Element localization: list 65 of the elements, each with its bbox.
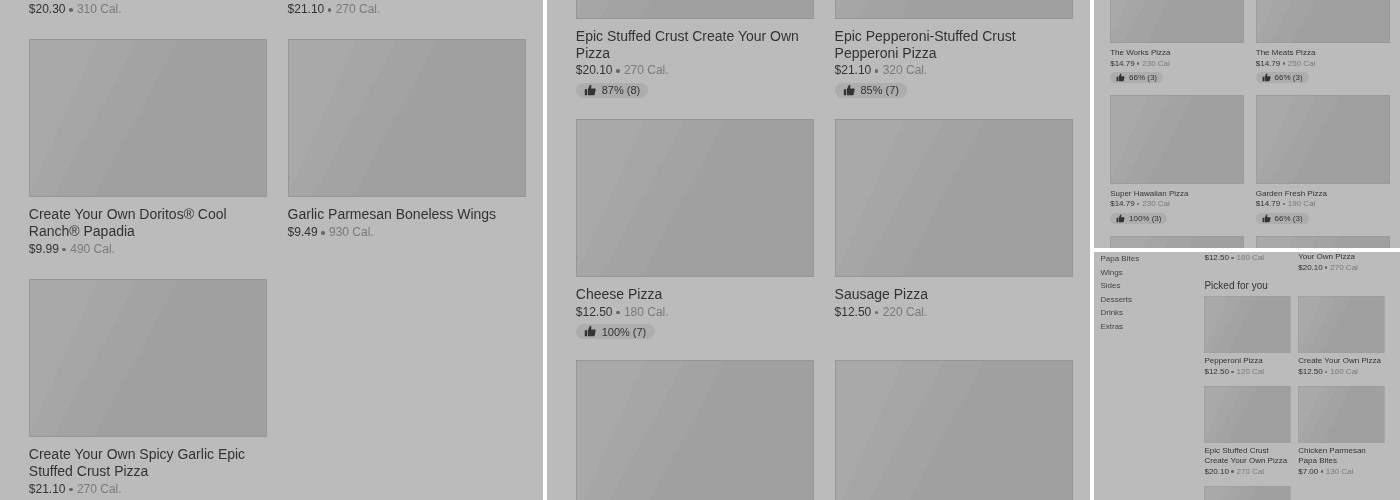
rating-badge: 66% (3) bbox=[1255, 212, 1309, 225]
category-link[interactable]: Wings bbox=[1100, 267, 1123, 277]
item-price: $21.10 bbox=[28, 480, 66, 498]
item-name: Create Your Own Pizza bbox=[1298, 356, 1382, 367]
item-price: $12.50 bbox=[834, 303, 872, 321]
rating-badge: 66% (3) bbox=[1255, 71, 1309, 84]
item-name: Epic Pepperoni-Stuffed Crust Pepperoni Pizza bbox=[834, 27, 1017, 62]
item-price: $20.10 bbox=[1298, 261, 1323, 274]
item-price: $12.50 bbox=[1298, 366, 1323, 379]
thumbs-up-icon bbox=[1116, 73, 1125, 82]
thumbs-up-icon bbox=[584, 84, 597, 97]
item-price: $12.50 bbox=[575, 303, 613, 321]
thumbs-up-icon bbox=[1261, 73, 1271, 82]
item-price: $14.79 bbox=[1110, 198, 1135, 211]
item-price: $21.10 bbox=[287, 1, 325, 18]
category-link[interactable]: Papa Bites bbox=[1100, 254, 1140, 264]
category-link[interactable]: Extras bbox=[1100, 321, 1124, 331]
item-name: Chicken Parmesan Papa Bites bbox=[1298, 446, 1367, 466]
section-heading: Picked for you bbox=[1204, 280, 1269, 291]
item-name: Epic Stuffed Crust Create Your Own Pizza bbox=[575, 27, 800, 62]
item-name: Sausage Pizza bbox=[834, 285, 929, 303]
item-price: $7.00 bbox=[1298, 465, 1319, 478]
item-calories: 930 Cal. bbox=[321, 223, 374, 242]
category-link[interactable]: Drinks bbox=[1100, 308, 1124, 318]
item-price: $20.10 bbox=[1204, 465, 1229, 478]
rating-badge: 87% (8) bbox=[575, 82, 649, 99]
item-calories: 270 Cal. bbox=[69, 479, 122, 499]
thumbs-up-icon bbox=[584, 325, 597, 338]
item-price: $21.10 bbox=[834, 62, 872, 80]
item-calories: 490 Cal. bbox=[62, 239, 115, 259]
item-name: Your Own Pizza bbox=[1298, 252, 1356, 262]
category-link[interactable]: Desserts bbox=[1100, 294, 1132, 304]
item-name: Garden Fresh Pizza bbox=[1255, 188, 1328, 199]
thumbs-up-icon bbox=[842, 84, 855, 97]
rating-badge: 100% (7) bbox=[575, 323, 655, 340]
item-price: $14.79 bbox=[1255, 57, 1281, 70]
rating-badge: 100% (3) bbox=[1110, 212, 1168, 225]
rating-badge: 66% (3) bbox=[1110, 71, 1163, 84]
item-calories: 270 Cal. bbox=[616, 61, 669, 80]
item-price: $9.99 bbox=[28, 240, 59, 258]
item-calories: 220 Cal. bbox=[874, 302, 928, 322]
item-name: The Works Pizza bbox=[1110, 47, 1172, 58]
item-name: Cheese Pizza bbox=[575, 285, 664, 303]
item-calories: 180 Cal. bbox=[616, 302, 669, 322]
rating-badge: 85% (7) bbox=[834, 82, 908, 99]
item-calories: 310 Cal. bbox=[69, 0, 122, 19]
item-name: The Meats Pizza bbox=[1255, 47, 1317, 58]
item-name: Garlic Parmesan Boneless Wings bbox=[287, 206, 498, 223]
item-name: Pepperoni Pizza bbox=[1204, 356, 1264, 367]
item-name: Create Your Own Doritos® Cool Ranch® Papadia bbox=[28, 206, 228, 240]
item-name: Super Hawaiian Pizza bbox=[1110, 188, 1190, 199]
item-calories: 320 Cal. bbox=[874, 61, 928, 80]
item-price: $20.30 bbox=[28, 1, 66, 18]
item-price: $9.49 bbox=[287, 224, 318, 241]
item-price: $14.79 bbox=[1255, 198, 1281, 211]
thumbs-up-icon bbox=[1116, 214, 1125, 223]
item-price: $14.79 bbox=[1110, 57, 1135, 70]
item-price: $12.50 bbox=[1204, 366, 1229, 379]
item-price: $20.10 bbox=[575, 62, 613, 80]
item-price: $12.50 bbox=[1204, 252, 1229, 264]
item-name: Create Your Own Spicy Garlic Epic Stuffed Crust Pizza bbox=[28, 445, 247, 480]
category-link[interactable]: Sides bbox=[1100, 281, 1121, 291]
item-calories: 270 Cal. bbox=[327, 0, 381, 19]
item-name: Epic Stuffed Crust Create Your Own Pizza bbox=[1204, 446, 1289, 466]
thumbs-up-icon bbox=[1261, 214, 1271, 223]
